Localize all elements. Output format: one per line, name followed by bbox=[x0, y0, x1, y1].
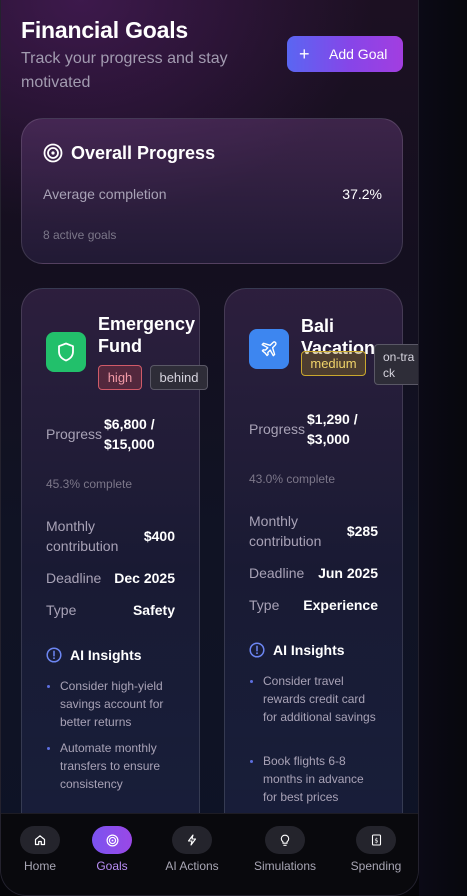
home-icon bbox=[20, 826, 60, 854]
average-completion-value: 37.2% bbox=[342, 186, 382, 202]
priority-badge: high bbox=[98, 365, 142, 390]
monthly-contribution-value: $400 bbox=[143, 528, 175, 544]
tab-label: Spending bbox=[350, 859, 402, 873]
deadline-label: Deadline bbox=[46, 570, 102, 586]
monthly-contribution-value: $285 bbox=[346, 523, 378, 539]
svg-text:$: $ bbox=[374, 837, 378, 845]
page-title: Financial Goals bbox=[21, 17, 188, 43]
info-icon bbox=[249, 642, 265, 658]
insight-item: Consider travel rewards credit card for … bbox=[249, 672, 379, 726]
tab-simulations[interactable]: Simulations bbox=[243, 826, 327, 873]
status-badge: on-track bbox=[374, 344, 418, 385]
monthly-contribution-label: Monthly contribution bbox=[46, 518, 119, 554]
type-label: Type bbox=[46, 602, 77, 618]
insight-item: Consider high-yield savings account for … bbox=[46, 677, 186, 731]
target-icon bbox=[43, 143, 63, 163]
status-badge-text: on-track bbox=[383, 349, 415, 380]
receipt-icon: $ bbox=[356, 826, 396, 854]
info-icon bbox=[46, 647, 62, 663]
tab-label: AI Actions bbox=[165, 859, 219, 873]
goal-icon-container bbox=[249, 329, 289, 369]
active-goals-count: 8 active goals bbox=[43, 228, 117, 242]
plane-icon bbox=[261, 341, 277, 357]
bottom-tab-bar: Home Goals AI Actions Simulations $ Spen… bbox=[1, 813, 418, 895]
ai-insights-heading: AI Insights bbox=[273, 642, 345, 658]
shield-icon bbox=[58, 342, 74, 362]
tab-ai-actions[interactable]: AI Actions bbox=[150, 826, 234, 873]
deadline-label: Deadline bbox=[249, 565, 305, 581]
page-subtitle: Track your progress and stay motivated bbox=[21, 50, 228, 91]
goal-card-emergency-fund[interactable]: Emergency Fund high behind Progress $6,8… bbox=[21, 288, 208, 895]
progress-label: Progress bbox=[249, 421, 306, 437]
goal-card-bali-vacation[interactable]: Bali Vacation medium on-track Progress $… bbox=[224, 288, 418, 895]
tab-spending[interactable]: $ Spending bbox=[334, 826, 418, 873]
progress-label: Progress bbox=[46, 426, 103, 442]
type-value: Safety bbox=[132, 602, 175, 618]
insight-item: Automate monthly transfers to ensure con… bbox=[46, 739, 186, 793]
goal-name: Emergency Fund bbox=[98, 314, 196, 356]
app-screen: Financial Goals Track your progress and … bbox=[0, 0, 419, 896]
overall-progress-card: Overall Progress Average completion 37.2… bbox=[21, 118, 403, 264]
background-edge bbox=[419, 0, 467, 896]
add-goal-button[interactable]: + Add Goal bbox=[287, 36, 403, 72]
lightbulb-icon bbox=[265, 826, 305, 854]
percent-complete: 43.0% complete bbox=[249, 472, 336, 486]
ai-insights-heading: AI Insights bbox=[70, 647, 142, 663]
target-icon bbox=[92, 826, 132, 854]
progress-value: $6,800 / $15,000 bbox=[104, 416, 155, 452]
tab-label: Simulations bbox=[253, 859, 317, 873]
tab-label: Goals bbox=[96, 859, 128, 873]
insight-item: Book flights 6-8 months in advance for b… bbox=[249, 752, 379, 806]
deadline-value: Jun 2025 bbox=[318, 565, 378, 581]
add-goal-label: Add Goal bbox=[329, 46, 388, 62]
status-badge: behind bbox=[150, 365, 208, 390]
monthly-contribution-label: Monthly contribution bbox=[249, 513, 322, 549]
plus-icon: + bbox=[299, 44, 310, 64]
percent-complete: 45.3% complete bbox=[46, 477, 133, 491]
average-completion-label: Average completion bbox=[43, 186, 167, 202]
deadline-value: Dec 2025 bbox=[114, 570, 175, 586]
tab-goals[interactable]: Goals bbox=[70, 826, 154, 873]
type-label: Type bbox=[249, 597, 280, 613]
overall-progress-heading: Overall Progress bbox=[71, 143, 216, 163]
bolt-icon bbox=[172, 826, 212, 854]
goal-icon-container bbox=[46, 332, 86, 372]
priority-badge: medium bbox=[301, 351, 366, 376]
type-value: Experience bbox=[303, 597, 378, 613]
tab-label: Home bbox=[23, 859, 56, 873]
progress-value: $1,290 / $3,000 bbox=[307, 411, 358, 447]
